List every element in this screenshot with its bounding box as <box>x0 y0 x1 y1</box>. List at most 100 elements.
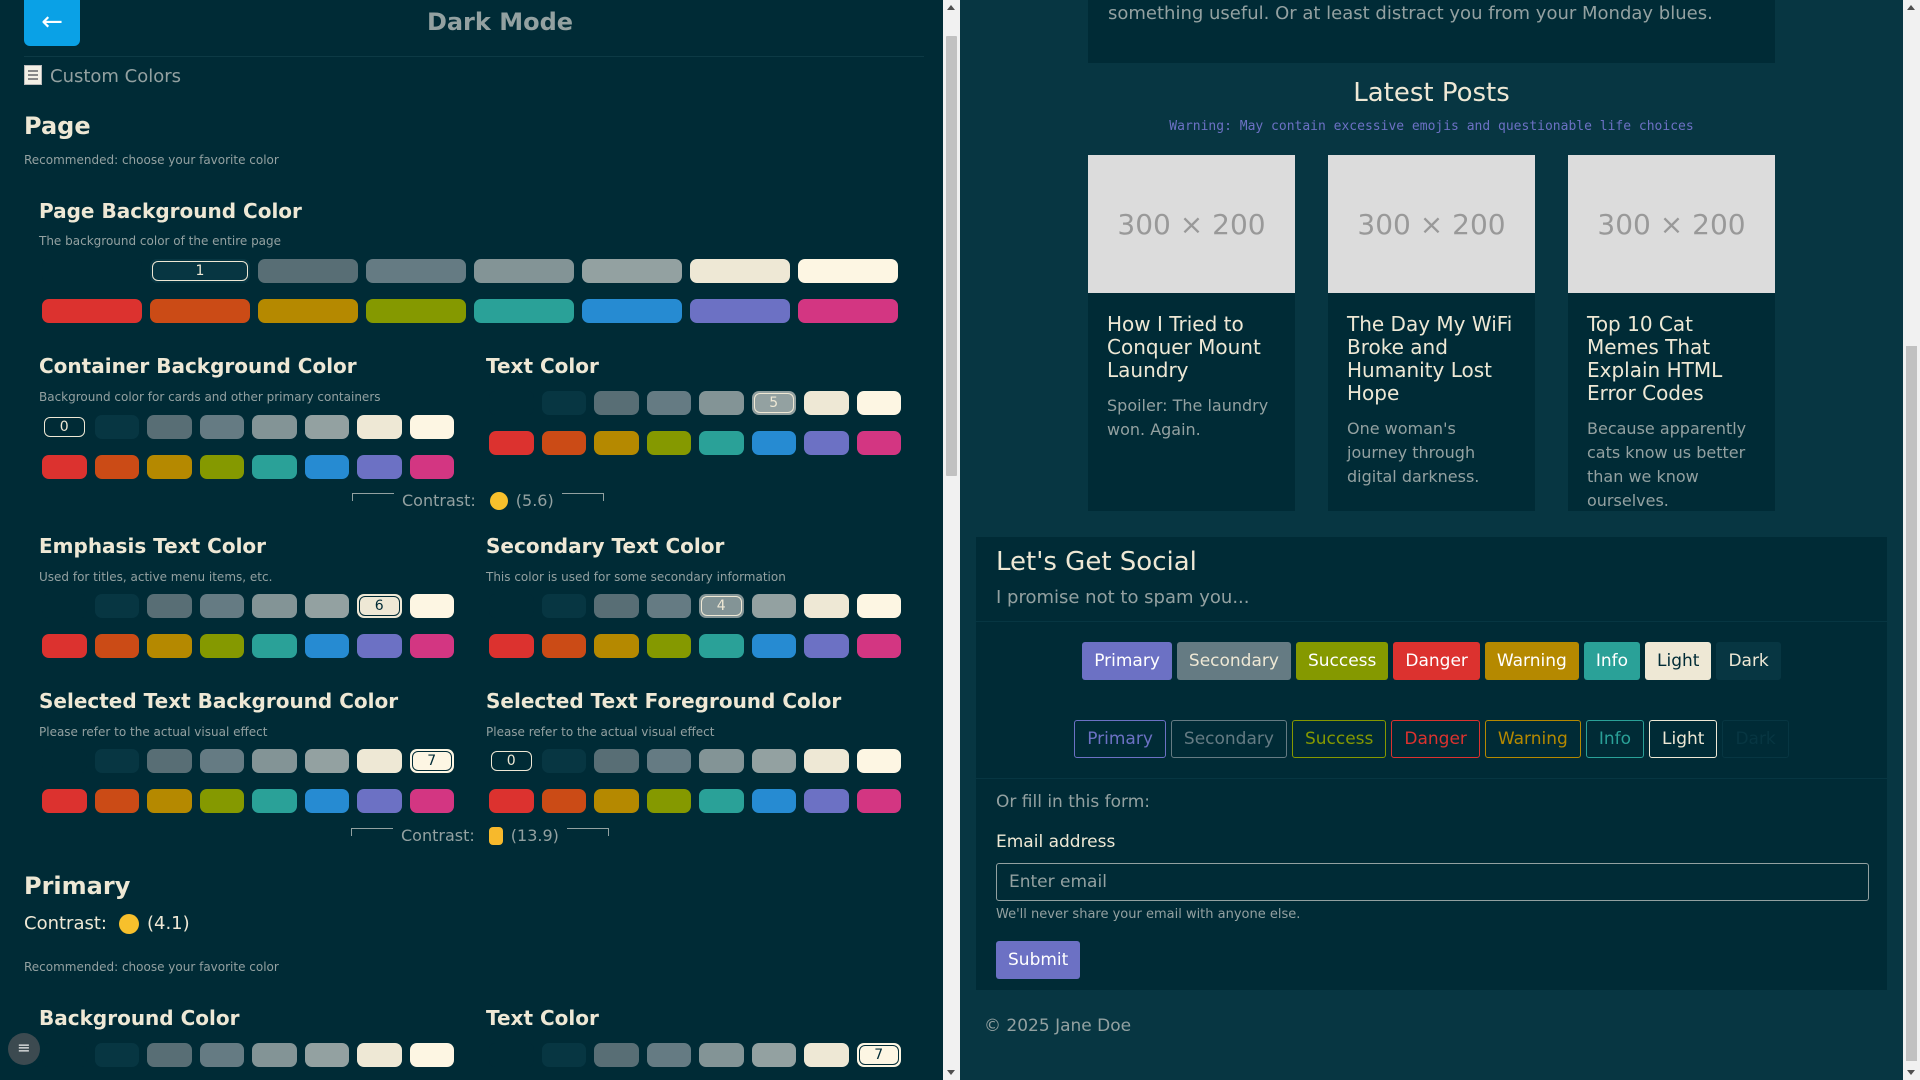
color-swatch[interactable] <box>147 455 192 479</box>
color-swatch[interactable] <box>699 1043 744 1067</box>
editor-scrollbar[interactable] <box>943 0 960 1080</box>
color-swatch[interactable] <box>147 634 192 658</box>
color-swatch[interactable] <box>42 749 87 773</box>
scroll-up-icon[interactable] <box>1907 5 1915 10</box>
color-swatch[interactable] <box>304 594 349 618</box>
color-swatch[interactable] <box>690 299 790 323</box>
color-swatch[interactable] <box>304 415 349 439</box>
color-swatch[interactable] <box>304 634 349 658</box>
color-swatch[interactable] <box>541 789 586 813</box>
scrollbar-thumb[interactable] <box>1906 346 1917 1061</box>
color-swatch[interactable] <box>856 391 901 415</box>
color-swatch[interactable]: 6 <box>357 594 402 618</box>
color-swatch[interactable] <box>147 594 192 618</box>
color-swatch[interactable]: 5 <box>751 391 796 415</box>
color-swatch[interactable] <box>258 259 358 283</box>
color-swatch[interactable] <box>409 455 454 479</box>
color-swatch[interactable] <box>856 594 901 618</box>
color-swatch[interactable] <box>646 391 691 415</box>
btn-secondary[interactable]: Secondary <box>1176 642 1291 680</box>
btn-outline-light[interactable]: Light <box>1649 720 1718 758</box>
color-swatch[interactable] <box>42 299 142 323</box>
scroll-up-icon[interactable] <box>947 5 955 10</box>
color-swatch[interactable] <box>582 259 682 283</box>
color-swatch[interactable] <box>699 749 744 773</box>
color-swatch[interactable] <box>147 415 192 439</box>
color-swatch[interactable] <box>252 634 297 658</box>
color-swatch[interactable] <box>541 431 586 455</box>
color-swatch[interactable] <box>366 259 466 283</box>
custom-colors-link[interactable]: Custom Colors <box>24 65 181 87</box>
color-swatch[interactable] <box>199 415 244 439</box>
color-swatch[interactable] <box>541 634 586 658</box>
color-swatch[interactable] <box>150 299 250 323</box>
color-swatch[interactable] <box>646 431 691 455</box>
color-swatch[interactable] <box>474 299 574 323</box>
color-swatch[interactable] <box>594 431 639 455</box>
color-swatch[interactable] <box>541 749 586 773</box>
color-swatch[interactable]: 0 <box>42 415 87 439</box>
btn-warning[interactable]: Warning <box>1484 642 1579 680</box>
color-swatch[interactable] <box>42 1043 87 1067</box>
btn-danger[interactable]: Danger <box>1393 642 1480 680</box>
color-swatch[interactable] <box>304 1043 349 1067</box>
color-swatch[interactable] <box>489 634 534 658</box>
color-swatch[interactable] <box>856 749 901 773</box>
post-card[interactable]: 300 × 200 The Day My WiFi Broke and Huma… <box>1328 155 1535 511</box>
color-swatch[interactable] <box>489 594 534 618</box>
color-swatch[interactable] <box>699 391 744 415</box>
color-swatch[interactable] <box>409 594 454 618</box>
color-swatch[interactable]: 7 <box>856 1043 901 1067</box>
preview-scrollbar[interactable] <box>1903 0 1920 1080</box>
color-swatch[interactable]: 1 <box>150 259 250 283</box>
color-swatch[interactable] <box>798 299 898 323</box>
scroll-down-icon[interactable] <box>947 1070 955 1075</box>
btn-outline-danger[interactable]: Danger <box>1391 720 1480 758</box>
submit-button[interactable]: Submit <box>996 941 1081 979</box>
color-swatch[interactable] <box>856 431 901 455</box>
color-swatch[interactable] <box>474 259 574 283</box>
color-swatch[interactable] <box>489 431 534 455</box>
color-swatch[interactable] <box>804 789 849 813</box>
color-swatch[interactable] <box>646 749 691 773</box>
btn-dark[interactable]: Dark <box>1716 642 1781 680</box>
color-swatch[interactable] <box>357 415 402 439</box>
color-swatch[interactable] <box>804 431 849 455</box>
color-swatch[interactable] <box>357 455 402 479</box>
color-swatch[interactable] <box>94 789 139 813</box>
color-swatch[interactable] <box>357 749 402 773</box>
color-swatch[interactable] <box>751 789 796 813</box>
color-swatch[interactable] <box>252 415 297 439</box>
btn-info[interactable]: Info <box>1583 642 1640 680</box>
color-swatch[interactable]: 7 <box>409 749 454 773</box>
color-swatch[interactable] <box>94 455 139 479</box>
color-swatch[interactable] <box>199 594 244 618</box>
color-swatch[interactable] <box>199 1043 244 1067</box>
color-swatch[interactable] <box>304 749 349 773</box>
color-swatch[interactable] <box>541 1043 586 1067</box>
color-swatch[interactable] <box>366 299 466 323</box>
color-swatch[interactable]: 0 <box>489 749 534 773</box>
color-swatch[interactable] <box>409 415 454 439</box>
color-swatch[interactable] <box>489 391 534 415</box>
btn-primary[interactable]: Primary <box>1082 642 1172 680</box>
color-swatch[interactable] <box>199 749 244 773</box>
color-swatch[interactable] <box>252 1043 297 1067</box>
color-swatch[interactable] <box>409 1043 454 1067</box>
post-card[interactable]: 300 × 200 How I Tried to Conquer Mount L… <box>1088 155 1295 511</box>
color-swatch[interactable] <box>856 634 901 658</box>
color-swatch[interactable] <box>357 634 402 658</box>
post-title[interactable]: How I Tried to Conquer Mount Laundry <box>1107 313 1276 382</box>
color-swatch[interactable] <box>147 749 192 773</box>
color-swatch[interactable] <box>690 259 790 283</box>
color-swatch[interactable] <box>751 431 796 455</box>
btn-outline-warning[interactable]: Warning <box>1484 720 1581 758</box>
color-swatch[interactable] <box>94 749 139 773</box>
color-swatch[interactable] <box>489 789 534 813</box>
color-swatch[interactable] <box>252 455 297 479</box>
color-swatch[interactable] <box>199 789 244 813</box>
color-swatch[interactable] <box>199 634 244 658</box>
color-swatch[interactable] <box>804 391 849 415</box>
post-title[interactable]: The Day My WiFi Broke and Humanity Lost … <box>1347 313 1516 405</box>
color-swatch[interactable] <box>646 789 691 813</box>
